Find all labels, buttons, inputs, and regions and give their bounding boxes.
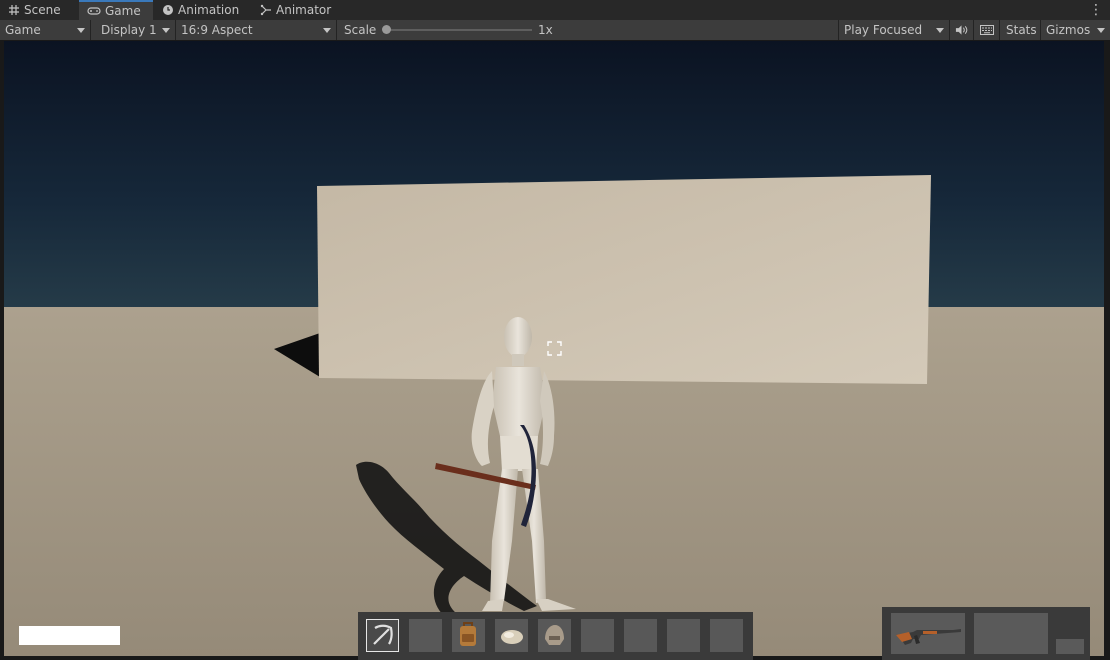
animator-icon <box>260 4 271 16</box>
tab-label: Game <box>105 4 141 18</box>
helmet-icon <box>545 625 564 645</box>
tab-label: Scene <box>24 3 61 17</box>
pickaxe-icon <box>373 624 393 645</box>
tab-game[interactable]: Game <box>79 0 153 20</box>
backpack-icon <box>460 622 476 646</box>
clock-icon <box>163 5 173 15</box>
weapon-slot-rifle[interactable] <box>891 613 965 654</box>
hotbar-slot-empty[interactable] <box>710 619 743 652</box>
aspect-label: 16:9 Aspect <box>181 23 253 37</box>
game-toolbar: Game Display 1 16:9 Aspect Scale 1x Play… <box>0 20 1110 41</box>
speaker-icon <box>955 25 968 35</box>
tab-scene[interactable]: Scene <box>0 0 78 20</box>
mute-audio-toggle[interactable] <box>950 20 974 40</box>
view-mode-dropdown[interactable]: Game <box>0 20 91 40</box>
game-viewport[interactable] <box>4 41 1104 660</box>
chevron-down-icon <box>162 28 170 33</box>
tab-animation[interactable]: Animation <box>154 0 250 20</box>
play-mode-label: Play Focused <box>844 23 923 37</box>
scale-slider-track[interactable] <box>386 29 532 31</box>
tab-label: Animation <box>178 3 240 17</box>
hotbar-slot-empty[interactable] <box>667 619 700 652</box>
shortcuts-toggle[interactable] <box>975 20 1000 40</box>
hotbar-slot-pickaxe[interactable] <box>366 619 399 652</box>
gizmos-dropdown[interactable]: Gizmos <box>1041 20 1110 40</box>
chevron-down-icon <box>1097 28 1105 33</box>
keyboard-icon <box>980 25 994 35</box>
hotbar-slot-helmet[interactable] <box>538 619 571 652</box>
display-label: Display 1 <box>101 23 157 37</box>
grid-icon <box>9 5 19 15</box>
play-mode-dropdown[interactable]: Play Focused <box>838 20 950 40</box>
tab-label: Animator <box>276 3 332 17</box>
hotbar-slot-empty[interactable] <box>581 619 614 652</box>
kebab-icon[interactable]: ⋮ <box>1088 2 1104 18</box>
weapon-panel <box>882 607 1090 660</box>
hotbar-slot-backpack[interactable] <box>452 619 485 652</box>
wall <box>317 175 931 384</box>
view-mode-label: Game <box>5 23 41 37</box>
rifle-icon <box>896 629 961 645</box>
stats-button[interactable]: Stats <box>1001 20 1041 40</box>
chevron-down-icon <box>323 28 331 33</box>
hotbar-slot-empty[interactable] <box>409 619 442 652</box>
light-helmet-icon <box>501 630 523 644</box>
display-dropdown[interactable]: Display 1 <box>96 20 176 40</box>
chevron-down-icon <box>77 28 85 33</box>
health-bar <box>19 626 120 645</box>
hotbar-slot-helmet-light[interactable] <box>495 619 528 652</box>
scale-slider-handle[interactable] <box>382 25 391 34</box>
chevron-down-icon <box>936 28 944 33</box>
gamepad-icon <box>87 7 101 15</box>
crosshair-icon <box>547 341 562 356</box>
tab-animator[interactable]: Animator <box>252 0 342 20</box>
weapon-slot-empty[interactable] <box>974 613 1048 654</box>
ammo-indicator <box>1056 639 1084 654</box>
gizmos-label: Gizmos <box>1046 23 1091 37</box>
inventory-hotbar <box>358 612 753 660</box>
editor-tab-bar: Scene Game Animation Animator ⋮ <box>0 0 1110 21</box>
hotbar-slot-empty[interactable] <box>624 619 657 652</box>
aspect-dropdown[interactable]: 16:9 Aspect <box>176 20 337 40</box>
scale-readout: 1x <box>538 23 553 37</box>
